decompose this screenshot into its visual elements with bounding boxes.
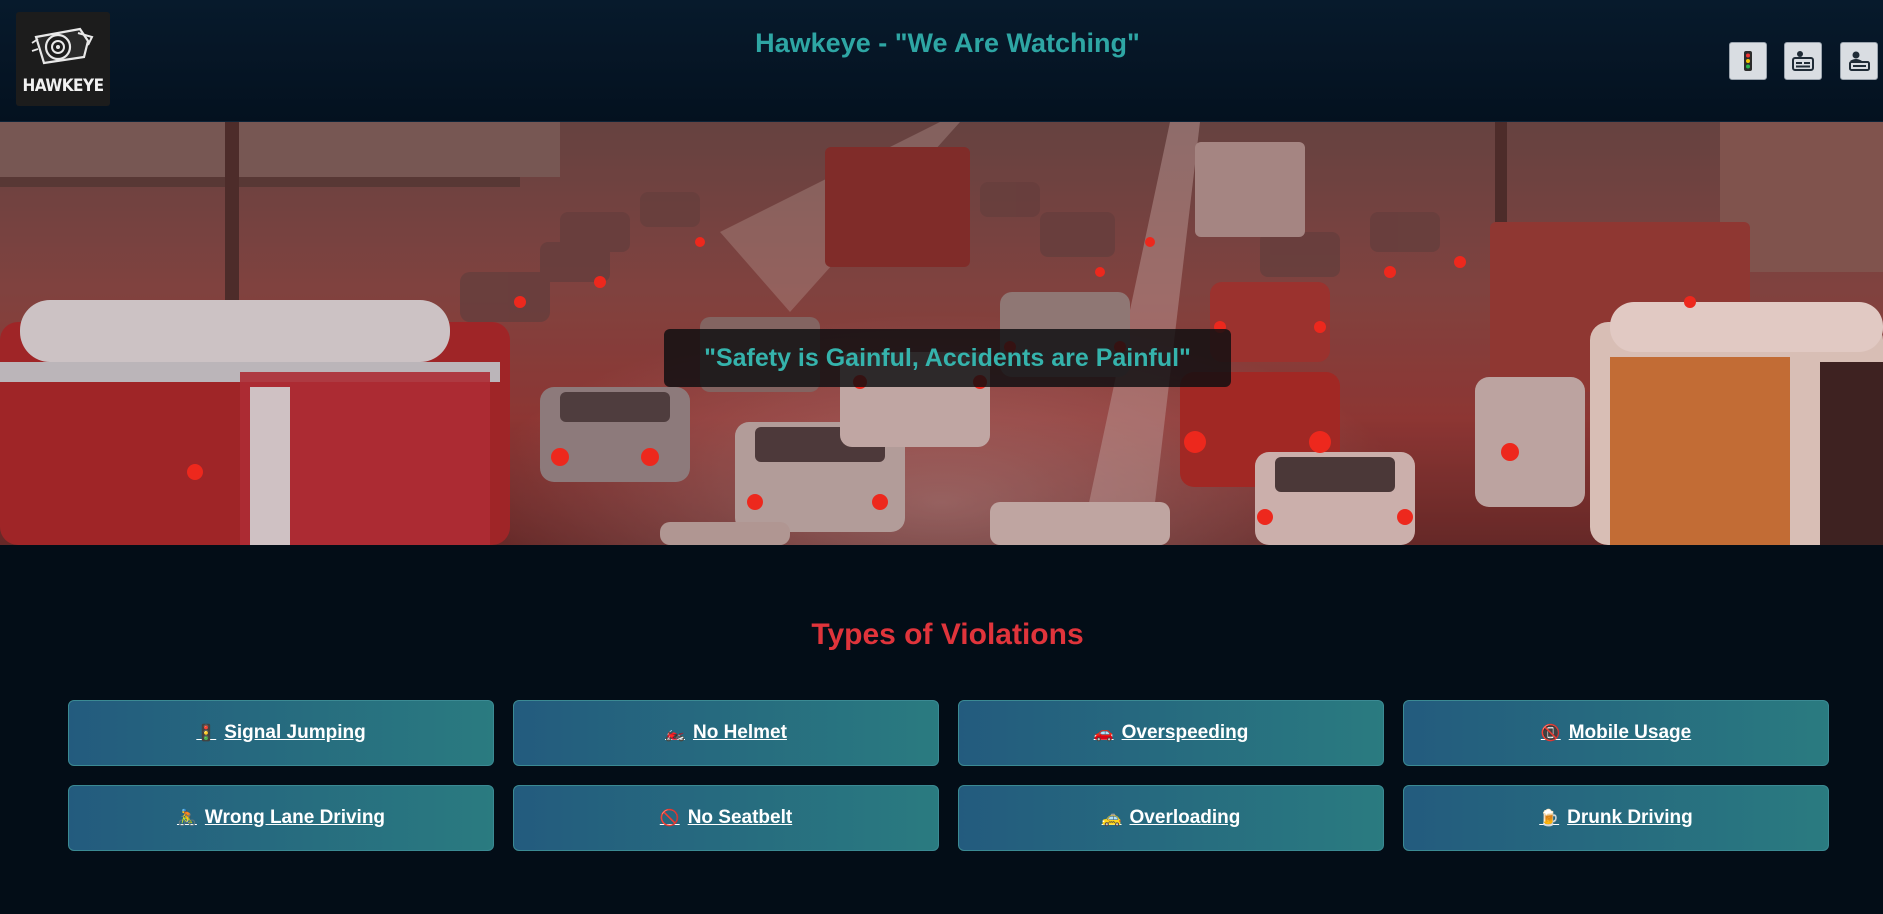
- traffic-light-icon: [1744, 51, 1752, 71]
- no-mobile-icon: 📵: [1540, 725, 1561, 742]
- logo[interactable]: HAWKEYE: [16, 12, 110, 106]
- overloading-button[interactable]: 🚕 Overloading: [958, 785, 1384, 851]
- signal-jumping-button[interactable]: 🚦 Signal Jumping: [68, 700, 494, 766]
- hero-banner: "Safety is Gainful, Accidents are Painfu…: [0, 122, 1883, 545]
- violation-label: Signal Jumping: [224, 722, 366, 743]
- mobile-usage-button[interactable]: 📵 Mobile Usage: [1403, 700, 1829, 766]
- traffic-light-icon: 🚦: [196, 725, 217, 742]
- cyclist-icon: 🚴: [176, 810, 197, 827]
- violation-label: Wrong Lane Driving: [204, 807, 386, 828]
- wrong-lane-driving-button[interactable]: 🚴 Wrong Lane Driving: [68, 785, 494, 851]
- no-helmet-button[interactable]: 🏍️ No Helmet: [513, 700, 939, 766]
- motorcycle-icon: 🏍️: [665, 725, 685, 742]
- violation-label: Mobile Usage: [1568, 722, 1692, 743]
- user-card-icon: [1849, 51, 1870, 71]
- violation-label: Overspeeding: [1121, 722, 1249, 743]
- taxi-icon: 🚕: [1101, 810, 1122, 827]
- violation-label: No Seatbelt: [687, 807, 793, 828]
- traffic-light-nav-button[interactable]: [1729, 42, 1767, 80]
- drunk-driving-button[interactable]: 🍺 Drunk Driving: [1403, 785, 1829, 851]
- violation-label: No Helmet: [692, 722, 787, 743]
- violation-label: Overloading: [1129, 807, 1241, 828]
- id-card-nav-button[interactable]: [1784, 42, 1822, 80]
- prohibited-icon: 🚫: [659, 810, 680, 827]
- car-icon: 🚗: [1093, 725, 1114, 742]
- site-title: Hawkeye - "We Are Watching": [755, 28, 1140, 58]
- no-seatbelt-button[interactable]: 🚫 No Seatbelt: [513, 785, 939, 851]
- hero-tagline: "Safety is Gainful, Accidents are Painfu…: [664, 329, 1231, 387]
- beer-icon: 🍺: [1539, 810, 1560, 827]
- logo-text: HAWKEYE: [22, 75, 104, 96]
- id-card-icon: [1792, 51, 1814, 71]
- user-card-nav-button[interactable]: [1840, 42, 1878, 80]
- violations-title: Types of Violations: [811, 618, 1084, 651]
- header: HAWKEYE Hawkeye - "We Are Watching": [0, 0, 1883, 122]
- violation-label: Drunk Driving: [1567, 807, 1693, 828]
- violations-grid: 🚦 Signal Jumping 🏍️ No Helmet 🚗 Overspee…: [68, 700, 1829, 851]
- overspeeding-button[interactable]: 🚗 Overspeeding: [958, 700, 1384, 766]
